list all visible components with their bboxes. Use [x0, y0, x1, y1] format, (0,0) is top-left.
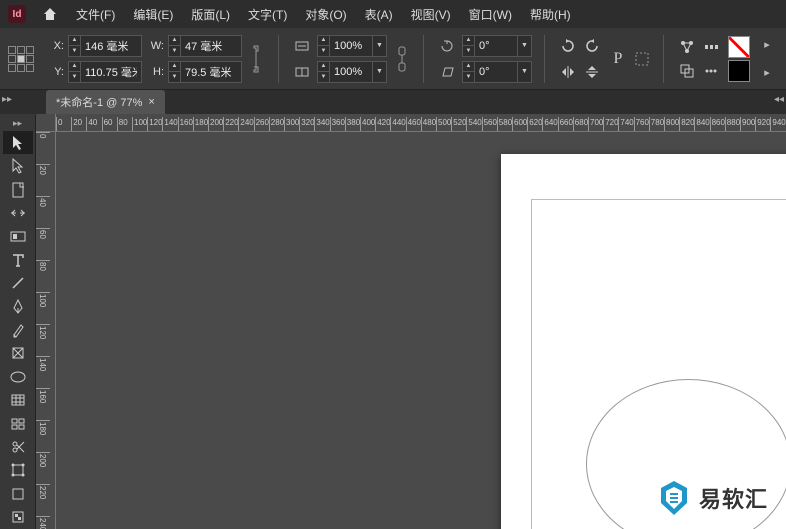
y-label: Y: [48, 66, 64, 78]
fill-swatch[interactable] [728, 36, 750, 58]
constrain-wh-icon[interactable] [248, 35, 266, 83]
vertical-ruler[interactable]: 020406080100120140160180200220240 [36, 132, 56, 529]
menu-table[interactable]: 表(A) [363, 4, 395, 25]
x-label: X: [48, 40, 64, 52]
gradient-swatch-tool[interactable] [3, 482, 33, 505]
panel-expand-left-icon[interactable]: ▸▸ [2, 94, 12, 105]
w-input[interactable] [181, 40, 241, 52]
more-options-icon[interactable] [700, 60, 722, 82]
menu-help[interactable]: 帮助(H) [528, 4, 573, 25]
toolbar-expand-icon[interactable]: ▸▸ [13, 118, 22, 129]
pencil-tool[interactable] [3, 318, 33, 341]
shear-icon [436, 61, 458, 83]
gap-tool[interactable] [3, 201, 33, 224]
align-icon[interactable] [676, 36, 698, 58]
distribute-icon[interactable] [700, 36, 722, 58]
scale-x-icon [291, 35, 313, 57]
rectangle-frame-tool[interactable] [3, 342, 33, 365]
document-tab[interactable]: *未命名-1 @ 77% × [46, 90, 165, 114]
spin-down-icon[interactable]: ▼ [69, 46, 80, 56]
line-tool[interactable] [3, 271, 33, 294]
ellipse-tool[interactable] [3, 365, 33, 388]
dropdown-icon[interactable]: ▼ [372, 35, 386, 57]
type-tool[interactable] [3, 248, 33, 271]
flip-h-icon[interactable] [557, 61, 579, 83]
scale-y-input[interactable] [330, 66, 372, 78]
pen-tool[interactable] [3, 295, 33, 318]
x-input[interactable] [81, 40, 141, 52]
watermark-logo-icon [657, 479, 691, 517]
p-label: P [609, 48, 627, 70]
menu-file[interactable]: 文件(F) [74, 4, 117, 25]
tab-title: *未命名-1 @ 77% [56, 94, 142, 110]
direct-selection-tool[interactable] [3, 154, 33, 177]
menu-edit[interactable]: 编辑(E) [131, 4, 175, 25]
y-field[interactable]: ▲▼ [68, 61, 142, 83]
rotate-ccw-icon[interactable] [581, 35, 603, 57]
watermark-text: 易软汇 [699, 482, 768, 514]
menu-layout[interactable]: 版面(L) [189, 4, 232, 25]
spin-up-icon[interactable]: ▲ [69, 36, 80, 46]
grid-tool[interactable] [3, 412, 33, 435]
menu-window[interactable]: 窗口(W) [467, 4, 514, 25]
document-page[interactable] [501, 154, 786, 529]
x-field[interactable]: ▲▼ [68, 35, 142, 57]
h-label: H: [148, 66, 164, 78]
y-input[interactable] [81, 66, 141, 78]
scissors-tool[interactable] [3, 435, 33, 458]
ruler-origin[interactable] [36, 114, 56, 132]
h-input[interactable] [181, 66, 241, 78]
app-badge-icon: Id [8, 5, 26, 23]
rotate-input[interactable] [475, 40, 517, 52]
shear-field[interactable]: ▲▼ ▼ [462, 61, 532, 83]
document-tabs: *未命名-1 @ 77% × [0, 90, 786, 114]
options-bar: X: ▲▼ Y: ▲▼ W: ▲▼ H: ▲▼ [0, 28, 786, 90]
scale-y-field[interactable]: ▲▼ ▼ [317, 61, 387, 83]
tool-palette: ▸▸ [0, 114, 36, 529]
page-tool[interactable] [3, 178, 33, 201]
rotate-cw-icon[interactable] [557, 35, 579, 57]
fill-dropdown-icon[interactable]: ▸ [756, 34, 778, 56]
menu-object[interactable]: 对象(O) [303, 4, 348, 25]
pathfinder-icon[interactable] [676, 60, 698, 82]
canvas-area[interactable]: 0204060801001201401601802002202402602803… [36, 114, 786, 529]
panel-expand-right-icon[interactable]: ◂◂ [774, 94, 784, 105]
watermark: 易软汇 [657, 479, 768, 517]
free-transform-tool[interactable] [3, 459, 33, 482]
menu-view[interactable]: 视图(V) [409, 4, 453, 25]
h-field[interactable]: ▲▼ [168, 61, 242, 83]
scale-x-field[interactable]: ▲▼ ▼ [317, 35, 387, 57]
home-icon[interactable] [40, 4, 60, 24]
reference-point-grid[interactable] [8, 46, 34, 72]
selection-tool[interactable] [3, 131, 33, 154]
w-field[interactable]: ▲▼ [168, 35, 242, 57]
menu-type[interactable]: 文字(T) [246, 4, 289, 25]
close-icon[interactable]: × [148, 96, 154, 108]
flip-v-icon[interactable] [581, 61, 603, 83]
horizontal-ruler[interactable]: 0204060801001201401601802002202402602803… [56, 114, 786, 132]
gradient-feather-tool[interactable] [3, 506, 33, 529]
scale-y-icon [291, 61, 313, 83]
content-collector-tool[interactable] [3, 225, 33, 248]
rotate-icon [436, 35, 458, 57]
rotate-field[interactable]: ▲▼ ▼ [462, 35, 532, 57]
w-label: W: [148, 40, 164, 52]
menu-bar: Id 文件(F) 编辑(E) 版面(L) 文字(T) 对象(O) 表(A) 视图… [0, 0, 786, 28]
shear-input[interactable] [475, 66, 517, 78]
scale-x-input[interactable] [330, 40, 372, 52]
constrain-scale-icon[interactable] [393, 35, 411, 83]
stroke-dropdown-icon[interactable]: ▸ [756, 62, 778, 84]
stroke-swatch[interactable] [728, 60, 750, 82]
select-container-icon[interactable] [633, 48, 651, 70]
table-tool[interactable] [3, 388, 33, 411]
